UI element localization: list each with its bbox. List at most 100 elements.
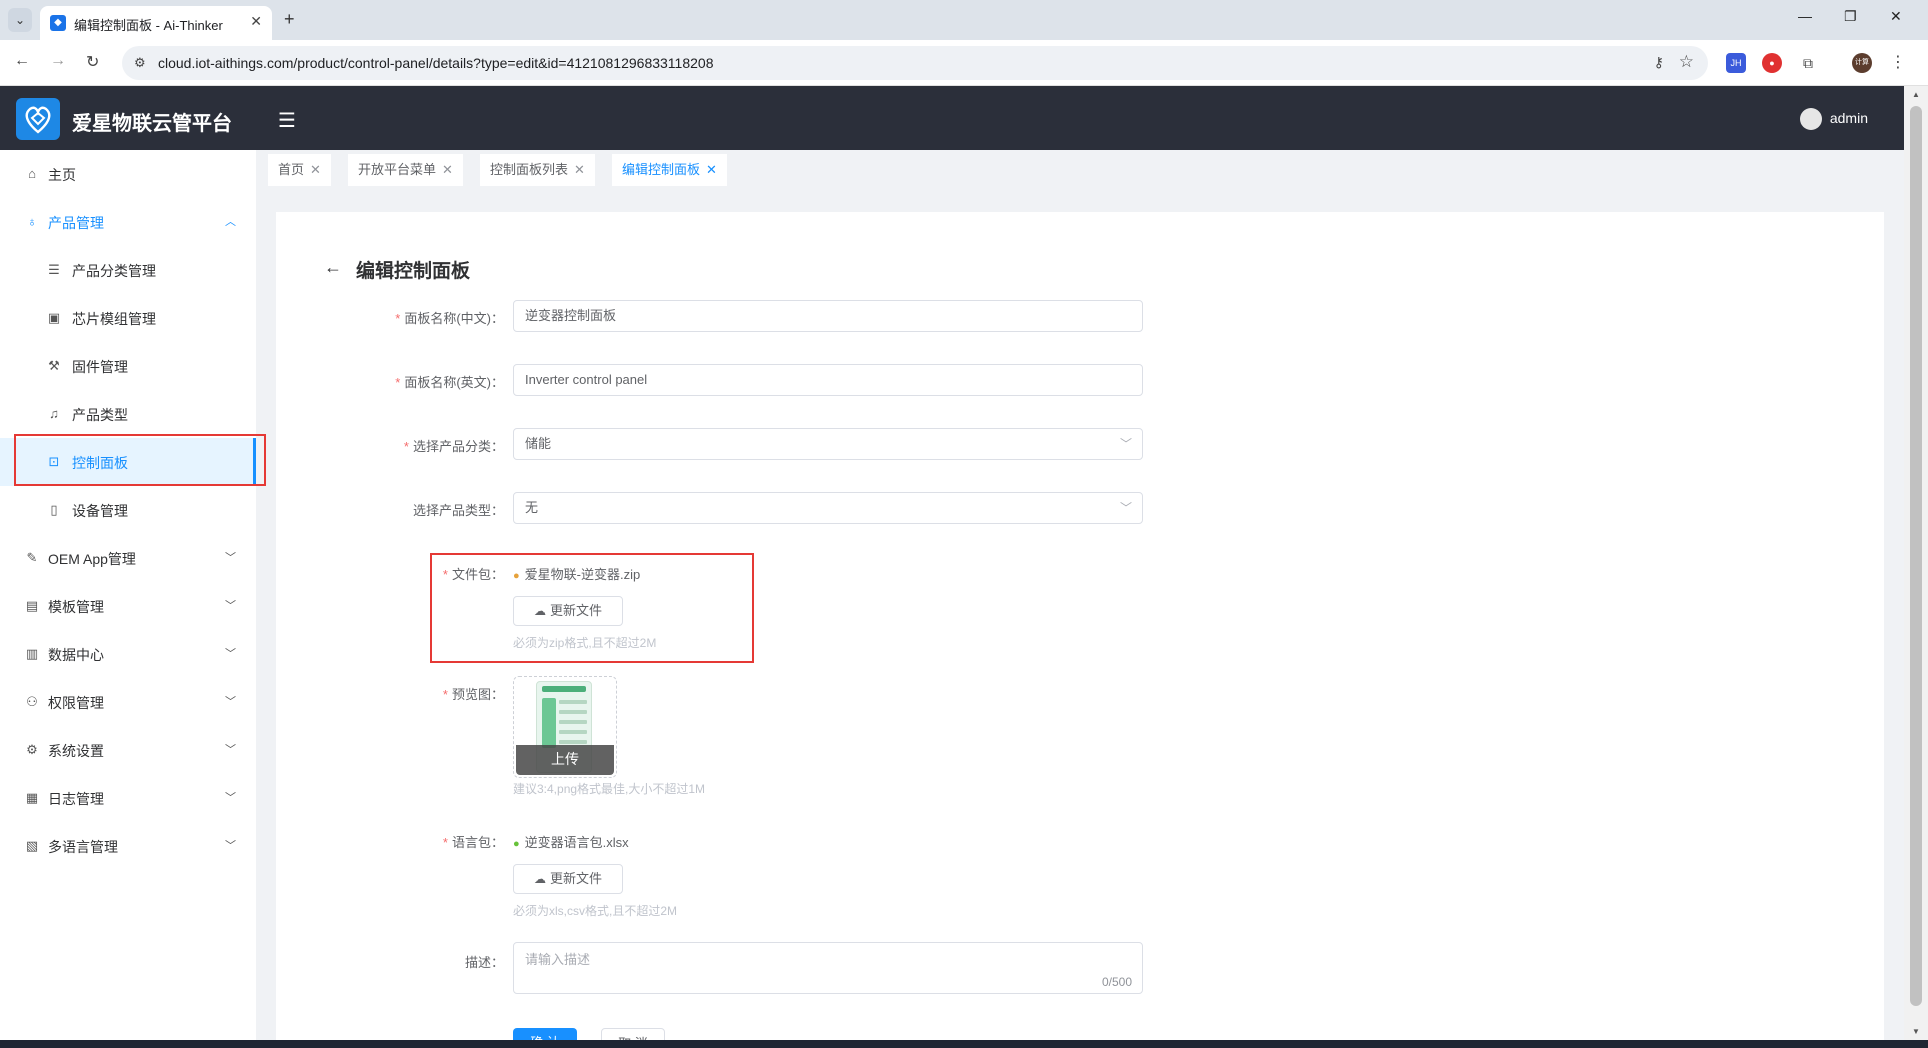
scrollbar-thumb[interactable] [1910, 106, 1922, 1006]
sidebar-item-label: 主页 [48, 167, 76, 183]
tab-open-platform-menu[interactable]: 开放平台菜单 ✕ [348, 154, 463, 186]
upload-overlay[interactable]: 上传 [516, 745, 614, 775]
browser-menu-icon[interactable]: ⋮ [1890, 52, 1906, 72]
sidebar-item-permission[interactable]: ⚇ 权限管理 ﹀ [0, 678, 256, 726]
book-icon: ▧ [25, 838, 39, 853]
puzzle-icon[interactable]: ⧉ [1798, 53, 1818, 73]
shield-extension-icon[interactable]: ● [1762, 53, 1782, 73]
category-select[interactable]: 储能 ﹀ [513, 428, 1143, 460]
forward-icon[interactable]: → [50, 52, 66, 70]
sidebar-item-system-settings[interactable]: ⚙ 系统设置 ﹀ [0, 726, 256, 774]
chevron-down-icon: ﹀ [225, 552, 236, 564]
sidebar-item-product-management[interactable]: ♁ 产品管理 ︿ [0, 198, 256, 246]
cloud-upload-icon: ☁ [533, 872, 546, 886]
bar-chart-icon: ▥ [25, 646, 39, 661]
url-text[interactable]: cloud.iot-aithings.com/product/control-p… [158, 55, 713, 71]
list-icon: ☰ [48, 262, 60, 277]
minimize-icon[interactable]: — [1798, 8, 1812, 24]
sidebar-item-label: 固件管理 [72, 359, 128, 375]
close-icon[interactable]: ✕ [310, 162, 321, 177]
name-cn-input[interactable]: 逆变器控制面板 [513, 300, 1143, 332]
sidebar-item-firmware[interactable]: ⚒ 固件管理 [0, 342, 256, 390]
excel-file-icon: ● [513, 838, 520, 850]
sidebar-item-oem-app[interactable]: ✎ OEM App管理 ﹀ [0, 534, 256, 582]
taskbar [0, 1040, 1928, 1048]
sidebar-item-data-center[interactable]: ▥ 数据中心 ﹀ [0, 630, 256, 678]
category-label: * 选择产品分类： [403, 439, 504, 454]
sidebar-item-template[interactable]: ▤ 模板管理 ﹀ [0, 582, 256, 630]
lang-file-name[interactable]: ● 逆变器语言包.xlsx [513, 832, 629, 851]
new-tab-icon[interactable]: + [284, 9, 295, 30]
page-scrollbar[interactable]: ▲ ▼ [1904, 86, 1928, 1040]
close-icon[interactable]: ✕ [574, 162, 585, 177]
description-textarea[interactable]: 请输入描述 0/500 [513, 942, 1143, 994]
back-icon[interactable]: ← [14, 52, 30, 70]
type-select[interactable]: 无 ﹀ [513, 492, 1143, 524]
pen-icon: ✎ [26, 550, 38, 565]
char-count: 0/500 [1101, 975, 1132, 989]
name-en-label: * 面板名称(英文)： [395, 375, 504, 390]
browser-tab[interactable]: ◆ 编辑控制面板 - Ai-Thinker ✕ [40, 6, 272, 40]
chevron-down-icon: ﹀ [225, 696, 236, 708]
scroll-up-icon[interactable]: ▲ [1912, 90, 1920, 99]
sidebar-item-multilanguage[interactable]: ▧ 多语言管理 ﹀ [0, 822, 256, 870]
type-value: 无 [525, 500, 539, 515]
description-placeholder: 请输入描述 [525, 952, 591, 967]
jh-extension-icon[interactable]: JH [1726, 53, 1746, 73]
reload-icon[interactable]: ↻ [86, 52, 99, 72]
highlight-box-sidebar [14, 434, 266, 486]
page-title: 编辑控制面板 [356, 261, 471, 282]
wrench-icon: ⚒ [48, 358, 60, 373]
close-icon[interactable]: ✕ [706, 162, 717, 177]
sidebar-item-label: 系统设置 [48, 743, 104, 759]
update-lang-file-button[interactable]: ☁ 更新文件 [513, 864, 623, 894]
tab-home[interactable]: 首页 ✕ [268, 154, 331, 186]
logo-icon [16, 98, 60, 140]
tab-label: 首页 [278, 162, 305, 177]
tab-label: 编辑控制面板 [622, 162, 701, 177]
sidebar-item-label: 权限管理 [48, 695, 104, 711]
password-key-icon[interactable]: ⚷ [1654, 54, 1664, 71]
tab-control-panel-list[interactable]: 控制面板列表 ✕ [480, 154, 595, 186]
preview-label: * 预览图： [442, 687, 504, 702]
bookmark-star-icon[interactable]: ☆ [1679, 52, 1694, 72]
close-tab-icon[interactable]: ✕ [250, 13, 262, 30]
address-bar[interactable]: ⚙ cloud.iot-aithings.com/product/control… [122, 46, 1708, 80]
chevron-down-icon: ﹀ [1119, 437, 1132, 451]
device-icon: ▯ [50, 502, 58, 517]
user-name[interactable]: admin [1830, 110, 1868, 126]
close-window-icon[interactable]: ✕ [1890, 8, 1902, 25]
sidebar-item-product-category[interactable]: ☰ 产品分类管理 [0, 246, 256, 294]
log-icon: ▦ [25, 790, 39, 805]
back-arrow-icon[interactable]: ← [324, 257, 342, 278]
avatar[interactable] [1800, 108, 1822, 130]
home-icon: ⌂ [28, 166, 36, 181]
lang-hint: 必须为xls,csv格式,且不超过2M [513, 904, 678, 918]
sidebar-item-label: OEM App管理 [48, 551, 136, 567]
sidebar-item-device-management[interactable]: ▯ 设备管理 [0, 486, 256, 534]
sidebar-item-label: 产品管理 [48, 215, 104, 231]
lang-label: * 语言包： [442, 835, 504, 850]
chevron-down-icon: ﹀ [225, 792, 236, 804]
desc-label: 描述： [464, 955, 504, 970]
profile-icon[interactable]: 计算 [1852, 53, 1872, 73]
restore-icon[interactable]: ❐ [1844, 8, 1857, 25]
gear-icon: ⚙ [26, 742, 38, 757]
sidebar-item-chip-module[interactable]: ▣ 芯片模组管理 [0, 294, 256, 342]
sidebar-item-label: 设备管理 [72, 503, 128, 519]
chevron-down-icon: ﹀ [225, 744, 236, 756]
preview-hint: 建议3:4,png格式最佳,大小不超过1M [513, 782, 706, 796]
tab-edit-control-panel[interactable]: 编辑控制面板 ✕ [612, 154, 727, 186]
sidebar-item-product-type[interactable]: ♫ 产品类型 [0, 390, 256, 438]
scroll-down-icon[interactable]: ▼ [1912, 1027, 1920, 1036]
tab-search-chevron-icon[interactable]: ⌄ [8, 8, 32, 32]
site-info-icon[interactable]: ⚙ [134, 55, 146, 71]
name-en-input[interactable]: Inverter control panel [513, 364, 1143, 396]
brand-name: 爱星物联云管平台 [72, 113, 232, 135]
sidebar-item-home[interactable]: ⌂ 主页 [0, 150, 256, 198]
preview-image-uploader[interactable]: 上传 [513, 676, 617, 778]
close-icon[interactable]: ✕ [442, 162, 453, 177]
menu-collapse-icon[interactable]: ☰ [278, 108, 296, 133]
chip-icon: ▣ [47, 310, 61, 325]
sidebar-item-logs[interactable]: ▦ 日志管理 ﹀ [0, 774, 256, 822]
